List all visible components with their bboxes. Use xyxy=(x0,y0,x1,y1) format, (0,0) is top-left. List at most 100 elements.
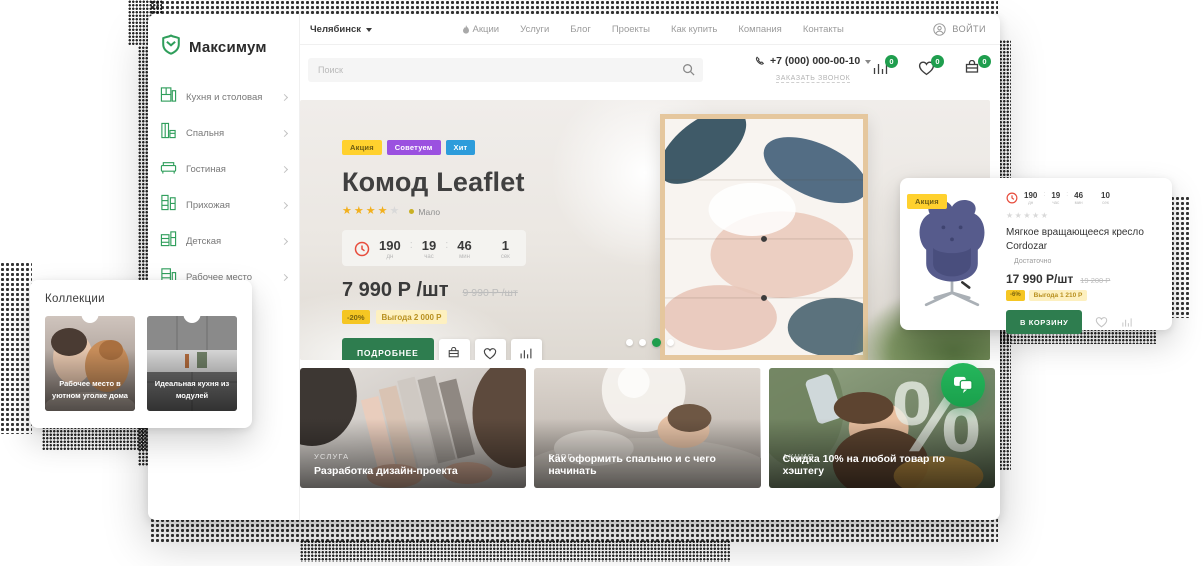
sidebar-item-hallway[interactable]: Прихожая xyxy=(148,187,299,223)
nav-link-services[interactable]: Услуги xyxy=(520,24,549,35)
stage: Максимум Кухня и столовая Спальня Гостин… xyxy=(0,0,1204,566)
user-icon xyxy=(933,23,946,36)
sidebar-item-kids[interactable]: Детская xyxy=(148,223,299,259)
product-actions: В корзину xyxy=(1006,310,1160,334)
callback-link[interactable]: заказать звонок xyxy=(776,75,850,83)
armchair-image xyxy=(909,195,995,313)
cart-button[interactable]: 0 xyxy=(964,60,982,81)
badge-hit: Хит xyxy=(446,140,476,155)
countdown-timer: 190дн : 19час : 46мин 10сек xyxy=(1006,191,1160,205)
compare-icon xyxy=(519,347,533,360)
old-price: 19 200 Р xyxy=(1080,276,1110,285)
wishlist-toggle-button[interactable] xyxy=(475,339,506,361)
add-to-cart-button[interactable]: В корзину xyxy=(1006,310,1082,334)
promo-cards: Услуга Разработка дизайн-проекта Блог Ка… xyxy=(300,368,995,488)
availability-status: Мало xyxy=(409,207,440,217)
details-button[interactable]: Подробнее xyxy=(342,338,434,360)
wishlist-toggle-button[interactable] xyxy=(1095,316,1108,328)
collection-card-kitchen[interactable]: Идеальная кухня из модулей xyxy=(147,316,237,411)
promo-card-service[interactable]: Услуга Разработка дизайн-проекта xyxy=(300,368,526,488)
sidebar-item-bedroom[interactable]: Спальня xyxy=(148,115,299,151)
collection-card-workspace[interactable]: Рабочее место в уютном уголке дома xyxy=(45,316,135,411)
slider-dot[interactable] xyxy=(652,338,661,347)
hero-slider: Акция Советуем Хит Комод Leaflet ★★★★★ М… xyxy=(300,100,990,360)
search-icon[interactable] xyxy=(682,63,695,81)
nav-link-howtobuy[interactable]: Как купить xyxy=(671,24,717,35)
slider-dots[interactable] xyxy=(626,338,674,347)
heart-icon xyxy=(1095,316,1108,328)
promo-title: Скидка 10% на любой товар по хэштегу xyxy=(783,453,985,477)
nav-link-promos[interactable]: Акции xyxy=(462,24,500,35)
current-price: 17 990 Р/шт xyxy=(1006,272,1073,286)
slider-dot[interactable] xyxy=(667,339,674,346)
wishlist-button[interactable]: 0 xyxy=(918,60,935,81)
search-input[interactable] xyxy=(308,58,703,82)
countdown-timer: 190дн : 19час : 46мин 1сек xyxy=(342,230,526,266)
cart-count-badge: 0 xyxy=(978,55,991,68)
phone-icon xyxy=(755,56,765,66)
logo-shield-icon xyxy=(160,34,182,61)
add-to-cart-button[interactable] xyxy=(439,339,470,361)
hallway-icon xyxy=(160,194,177,216)
city-selector[interactable]: Челябинск xyxy=(310,24,372,35)
product-image-area: Акция xyxy=(900,178,1004,330)
phone-number[interactable]: +7 (000) 000-00-10 xyxy=(770,55,860,67)
promo-title: Как оформить спальню и с чего начинать xyxy=(548,453,750,477)
logo-text: Максимум xyxy=(189,39,267,56)
chevron-right-icon xyxy=(281,165,288,172)
noise-top xyxy=(150,0,998,15)
rating-stars: ★★★★★ xyxy=(1006,212,1160,220)
bedroom-icon xyxy=(160,122,177,144)
nav-link-projects[interactable]: Проекты xyxy=(612,24,650,35)
benefit-badge: Выгода 2 000 Р xyxy=(376,310,448,324)
fire-icon xyxy=(462,25,470,34)
slider-dot[interactable] xyxy=(639,339,646,346)
collections-popup: Коллекции Рабочее место в уютном уголке … xyxy=(30,280,252,428)
compare-toggle-button[interactable] xyxy=(511,339,542,361)
current-price: 7 990 Р /шт xyxy=(342,279,449,302)
nav-link-contacts[interactable]: Контакты xyxy=(803,24,844,35)
badge-promo: Акция xyxy=(907,194,947,209)
caret-down-icon xyxy=(865,60,871,64)
collection-title: Рабочее место в уютном уголке дома xyxy=(50,378,130,404)
login-button[interactable]: войти xyxy=(933,23,986,36)
chevron-right-icon xyxy=(281,237,288,244)
nav-link-company[interactable]: Компания xyxy=(738,24,781,35)
hero-rating-row: ★★★★★ Мало xyxy=(342,206,642,217)
noise-left-blob xyxy=(0,262,32,434)
product-price-row: 17 990 Р/шт 19 200 Р xyxy=(1006,272,1160,286)
promo-card-blog[interactable]: Блог Как оформить спальню и с чего начин… xyxy=(534,368,760,488)
collection-title: Идеальная кухня из модулей xyxy=(152,378,232,404)
category-menu: Кухня и столовая Спальня Гостиная Прихож… xyxy=(148,79,299,295)
discount-badge: -6% xyxy=(1006,290,1025,301)
sidebar-item-label: Детская xyxy=(186,236,273,247)
sidebar-item-label: Спальня xyxy=(186,128,273,139)
collections-cards: Рабочее место в уютном уголке дома xyxy=(45,316,237,411)
browser-window: Максимум Кухня и столовая Спальня Гостин… xyxy=(148,14,1000,520)
compare-toggle-button[interactable] xyxy=(1121,317,1133,328)
chevron-right-icon xyxy=(281,201,288,208)
hero-product-image xyxy=(660,114,868,360)
slider-dot[interactable] xyxy=(626,339,633,346)
main-menu: Акции Услуги Блог Проекты Как купить Ком… xyxy=(372,24,933,35)
availability-dot xyxy=(1006,260,1010,264)
nav-link-blog[interactable]: Блог xyxy=(570,24,591,35)
sidebar-item-kitchen[interactable]: Кухня и столовая xyxy=(148,79,299,115)
header-icons: 0 0 0 xyxy=(872,60,986,81)
rating-stars: ★★★★★ xyxy=(342,206,401,217)
product-card-popup[interactable]: Акция 190дн : 19час xyxy=(900,178,1172,330)
benefit-badge: Выгода 1 210 Р xyxy=(1029,290,1088,301)
promo-tag: Услуга xyxy=(314,452,349,461)
chat-widget-button[interactable] xyxy=(941,363,985,407)
hero-product-title: Комод Leaflet xyxy=(342,167,642,198)
noise-popup-right xyxy=(1170,196,1190,318)
availability-dot xyxy=(409,209,414,214)
hero-badges: Акция Советуем Хит xyxy=(342,140,642,155)
logo[interactable]: Максимум xyxy=(148,14,299,61)
sidebar: Максимум Кухня и столовая Спальня Гостин… xyxy=(148,14,300,520)
compare-button[interactable]: 0 xyxy=(872,60,889,81)
phone-block: +7 (000) 000-00-10 заказать звонок xyxy=(755,55,871,85)
product-title[interactable]: Мягкое вращающееся кресло Cordozar xyxy=(1006,226,1160,254)
collections-title: Коллекции xyxy=(45,293,237,305)
sidebar-item-livingroom[interactable]: Гостиная xyxy=(148,151,299,187)
